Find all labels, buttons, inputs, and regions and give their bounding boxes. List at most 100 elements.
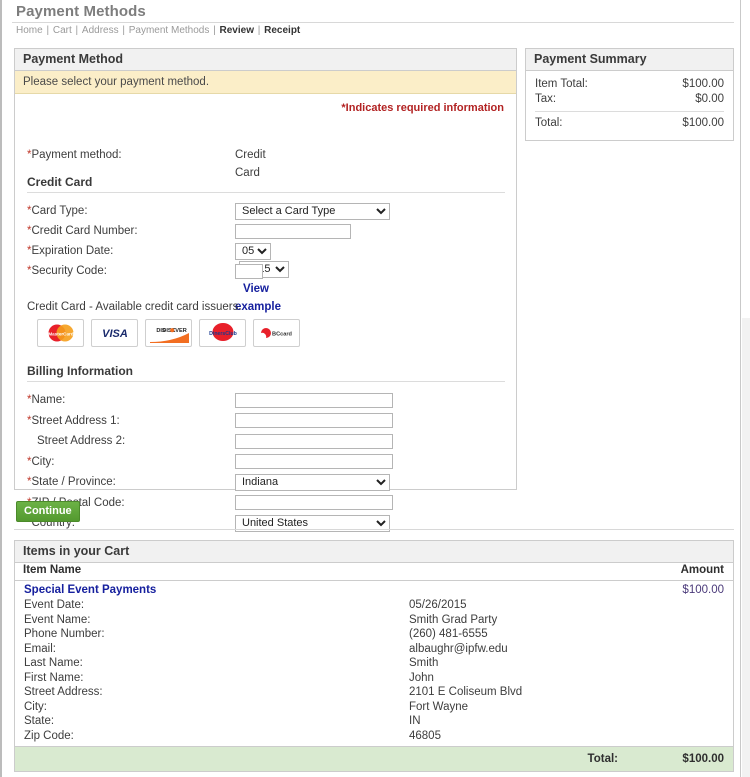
dinersclub-logo-icon: DinersClub xyxy=(199,319,246,347)
expiration-date-label: *Expiration Date: xyxy=(27,245,114,257)
breadcrumb-separator: | xyxy=(43,25,52,36)
card-type-select[interactable]: Select a Card Type xyxy=(235,202,390,220)
cart-body: Special Event Payments $100.00 Event Dat… xyxy=(15,581,733,771)
cart-item-amount: $100.00 xyxy=(682,584,724,596)
svg-text:DIS: DIS xyxy=(156,328,166,334)
cart-total-value: $100.00 xyxy=(682,753,724,765)
breadcrumb-item-address[interactable]: Address xyxy=(82,25,119,36)
payment-method-label: *Payment method: xyxy=(27,149,122,161)
payment-method-heading: Payment Method xyxy=(15,49,516,71)
cart-detail-label: Event Name: xyxy=(24,613,91,626)
cart-detail-value: Smith xyxy=(409,657,439,669)
payment-summary-row-value: $0.00 xyxy=(695,93,724,105)
view-example-link[interactable]: View example xyxy=(235,283,281,313)
cart-detail-value: 46805 xyxy=(409,729,441,742)
payment-summary-row: Tax: $0.00 xyxy=(535,92,724,107)
billing-name-input[interactable] xyxy=(235,392,393,408)
cart-detail-row: Email: albaughr@ipfw.edu xyxy=(24,642,714,656)
billing-label: *State / Province: xyxy=(27,476,116,488)
security-code-input[interactable] xyxy=(235,263,263,279)
breadcrumb-separator: | xyxy=(254,25,264,36)
billing-label: *Street Address 1: xyxy=(27,414,120,427)
page-root: Payment Methods Home | Cart | Address | … xyxy=(0,0,741,777)
mastercard-logo-icon: MasterCard xyxy=(37,319,84,347)
visa-logo-icon: VISA xyxy=(91,319,138,347)
cart-detail-value: 2101 E Coliseum Blvd xyxy=(409,686,523,698)
card-type-label: *Card Type: xyxy=(27,205,88,217)
cart-item-title-link[interactable]: Special Event Payments xyxy=(24,584,156,596)
continue-button[interactable]: Continue xyxy=(16,501,80,522)
svg-text:BCcard: BCcard xyxy=(272,332,292,338)
cart-detail-value: albaughr@ipfw.edu xyxy=(409,642,508,655)
discover-logo-icon: DISC DIS VER xyxy=(145,319,192,347)
cart-detail-label: Phone Number: xyxy=(24,628,105,640)
security-code-label: *Security Code: xyxy=(27,265,107,277)
vertical-scrollbar[interactable] xyxy=(740,0,750,777)
cart-column-amount: Amount xyxy=(680,564,724,576)
payment-summary-heading: Payment Summary xyxy=(526,49,733,71)
card-number-label: *Credit Card Number: xyxy=(27,225,138,237)
cart-detail-row: Street Address: 2101 E Coliseum Blvd xyxy=(24,685,714,699)
billing-label: *City: xyxy=(27,455,55,468)
cart-total-label: Total: xyxy=(587,753,618,765)
cart-detail-label: Email: xyxy=(24,642,56,655)
cart-column-item-name: Item Name xyxy=(23,564,82,576)
page-title: Payment Methods xyxy=(16,3,146,20)
payment-summary-total-row: Total: $100.00 xyxy=(535,116,724,131)
payment-summary-row-value: $100.00 xyxy=(682,78,724,90)
payment-summary-row: Item Total: $100.00 xyxy=(535,77,724,92)
svg-text:VISA: VISA xyxy=(102,328,128,340)
billing-city-input[interactable] xyxy=(235,454,393,469)
payment-summary-body: Item Total: $100.00 Tax: $0.00 Total: $100.… xyxy=(526,71,733,139)
billing-street-address-2-input[interactable] xyxy=(235,433,393,449)
billing-zip-postal-code-input[interactable] xyxy=(235,495,393,510)
payment-summary-total-value: $100.00 xyxy=(682,117,724,129)
payment-summary-row-label: Tax: xyxy=(535,93,557,105)
billing-state-province-select[interactable]: Indiana xyxy=(235,473,390,491)
billing-street-address-1-input[interactable] xyxy=(235,413,393,428)
payment-method-label-text: Payment method: xyxy=(31,149,122,161)
cart-panel: Items in your Cart Item Name Amount Spec… xyxy=(14,540,734,772)
billing-label: Street Address 2: xyxy=(37,435,126,447)
required-information-note: *Indicates required information xyxy=(341,102,504,114)
cart-detail-label: Event Date: xyxy=(24,599,85,611)
cart-detail-row: State: IN xyxy=(24,714,714,728)
cart-detail-label: Last Name: xyxy=(24,657,83,669)
payment-summary-row-label: Item Total: xyxy=(535,78,588,90)
svg-text:DinersClub: DinersClub xyxy=(209,331,237,337)
billing-section-heading: Billing Information xyxy=(27,364,133,378)
card-number-input[interactable] xyxy=(235,223,351,239)
cart-detail-label: First Name: xyxy=(24,671,84,684)
scrollbar-thumb[interactable] xyxy=(742,0,750,318)
cart-detail-value: (260) 481-6555 xyxy=(409,628,488,640)
cart-detail-value: Smith Grad Party xyxy=(409,613,498,626)
cart-detail-row: Last Name: Smith xyxy=(24,656,714,670)
scrollbar-track-lower[interactable] xyxy=(742,318,750,777)
cart-detail-value: John xyxy=(409,671,434,684)
credit-card-section-divider xyxy=(27,192,505,193)
continue-divider xyxy=(14,529,734,530)
svg-text:MasterCard: MasterCard xyxy=(48,332,73,337)
breadcrumb-item-cart[interactable]: Cart xyxy=(53,25,72,36)
payment-summary-total-label: Total: xyxy=(535,117,563,129)
breadcrumb-item-receipt[interactable]: Receipt xyxy=(264,25,300,36)
cart-detail-row: Event Name: Smith Grad Party xyxy=(24,613,714,627)
breadcrumb-item-payment-methods[interactable]: Payment Methods xyxy=(129,25,210,36)
payment-method-panel: Payment Method Please select your paymen… xyxy=(14,48,517,532)
payment-summary-panel: Payment Summary Item Total: $100.00 Tax: $0… xyxy=(525,48,734,141)
breadcrumb-item-review[interactable]: Review xyxy=(220,25,254,36)
breadcrumb: Home | Cart | Address | Payment Methods … xyxy=(16,25,300,36)
billing-section-divider xyxy=(27,381,505,382)
payment-summary-divider xyxy=(535,111,724,112)
title-divider xyxy=(12,22,734,23)
expiration-month-select[interactable]: 010203040506070809101112 xyxy=(235,242,271,260)
cart-column-headers: Item Name Amount xyxy=(15,563,733,581)
bccard-logo-icon: BCcard xyxy=(253,319,300,347)
breadcrumb-item-home[interactable]: Home xyxy=(16,25,43,36)
cart-detail-label: City: xyxy=(24,700,47,713)
cart-detail-row: Phone Number: (260) 481-6555 xyxy=(24,627,714,641)
payment-method-value: Credit Card xyxy=(235,149,266,179)
cart-heading: Items in your Cart xyxy=(15,541,733,563)
cart-detail-value: IN xyxy=(409,715,421,727)
breadcrumb-separator: | xyxy=(119,25,128,36)
